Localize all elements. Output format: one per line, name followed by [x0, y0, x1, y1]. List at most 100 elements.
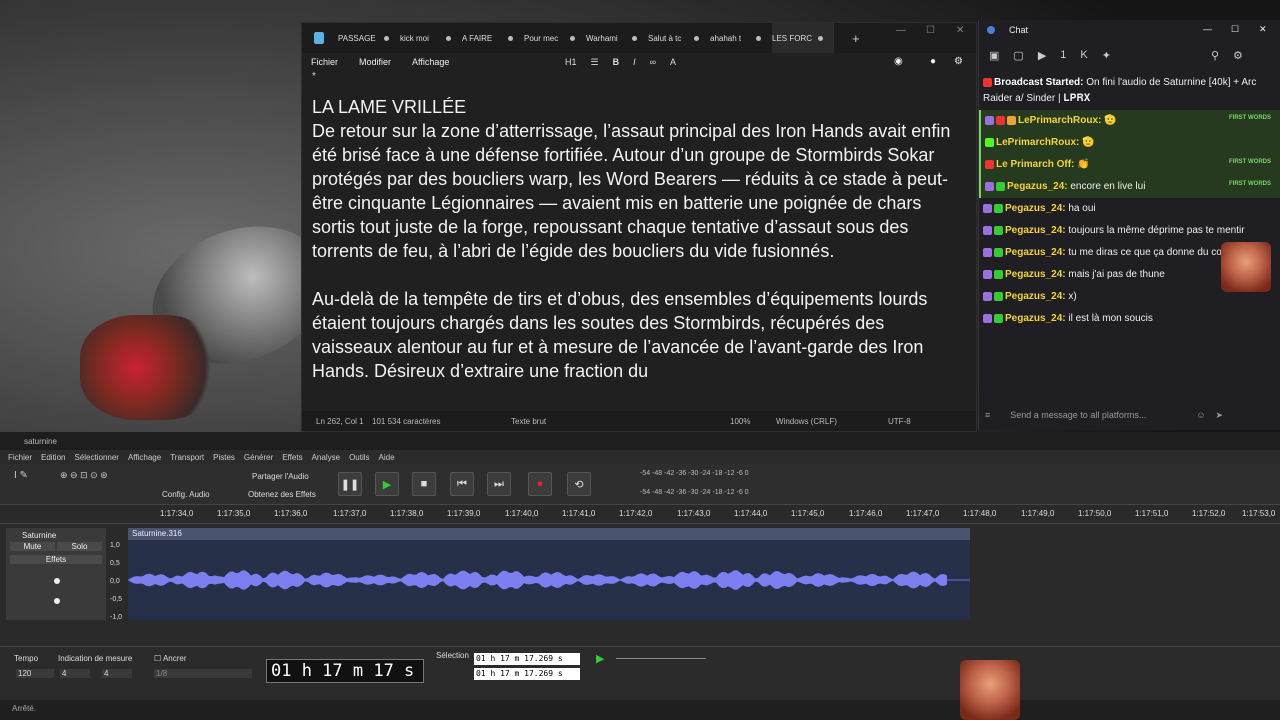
message-icon[interactable]: ▢ [1013, 49, 1023, 62]
tab[interactable]: Warhami [586, 23, 648, 53]
emote-icon[interactable]: ☺ [1196, 410, 1205, 420]
account-icon[interactable]: ● [930, 56, 936, 67]
tempo-input[interactable]: 120 [16, 669, 54, 678]
menu-modifier[interactable]: Modifier [359, 57, 391, 67]
encoding[interactable]: UTF-8 [888, 417, 911, 426]
ruler-tick: 1:17:40,0 [505, 509, 539, 518]
menu-item[interactable]: Transport [170, 453, 204, 462]
menu-item[interactable]: Analyse [312, 453, 340, 462]
settings-icon[interactable]: ⚙ [1233, 49, 1243, 62]
audio-clip[interactable]: Saturnine.316 [128, 528, 970, 620]
chat-input[interactable]: ≡ Send a message to all platforms... ☺ ➤ [985, 406, 1275, 424]
anchor-select[interactable]: 1/8 [154, 669, 252, 678]
pause-button[interactable]: ❚❚ [338, 472, 362, 496]
filter-icon[interactable]: ⚲ [1211, 49, 1219, 62]
effects-button[interactable]: Effets [10, 555, 102, 564]
notepad-icon [314, 32, 324, 44]
clear-format-icon[interactable]: A [670, 57, 676, 68]
mute-button[interactable]: Mute [10, 542, 55, 551]
video-icon[interactable]: ▶ [1038, 49, 1046, 62]
measure-denominator[interactable]: 4 [102, 669, 132, 678]
selection-tool-icon[interactable]: I ✎ [14, 470, 28, 481]
menu-item[interactable]: Générer [244, 453, 273, 462]
ruler-tick: 1:17:47,0 [906, 509, 940, 518]
tab[interactable]: PASSAGE [338, 23, 400, 53]
line-ending[interactable]: Windows (CRLF) [776, 417, 837, 426]
track-control-panel[interactable]: Saturnine Mute Solo Effets [6, 528, 106, 620]
play-button[interactable]: ▶ [375, 472, 399, 496]
selection-start[interactable]: 01 h 17 m 17.269 s [474, 653, 580, 665]
bold-icon[interactable]: B [613, 57, 620, 68]
heading-select[interactable]: H1 [565, 57, 577, 68]
tab[interactable]: kick moi [400, 23, 462, 53]
kick-icon[interactable]: K [1080, 49, 1087, 61]
close-icon[interactable]: ✕ [1259, 24, 1267, 35]
tab[interactable]: A FAIRE [462, 23, 524, 53]
amplitude-scale: 1,0 0,5 0,0 -0,5 -1,0 [110, 542, 123, 621]
audacity-titlebar: saturnine [0, 432, 1280, 450]
record-button[interactable]: ● [528, 472, 552, 496]
menu-icon[interactable]: ≡ [985, 410, 990, 420]
send-icon[interactable]: ➤ [1216, 410, 1224, 421]
ruler-tick: 1:17:49,0 [1021, 509, 1055, 518]
zoom-level[interactable]: 100% [730, 417, 750, 426]
menu-item[interactable]: Effets [282, 453, 302, 462]
ruler-tick: 1:17:41,0 [562, 509, 596, 518]
menu-item[interactable]: Fichier [8, 453, 32, 462]
minimize-icon[interactable]: — [1203, 24, 1212, 34]
share-audio-button[interactable]: Partager l'Audio [252, 472, 309, 481]
time-display[interactable]: 01 h 17 m 17 s [266, 659, 424, 683]
timeline-ruler[interactable]: 1:17:34,0 1:17:35,0 1:17:36,0 1:17:37,0 … [0, 505, 1280, 524]
menu-item[interactable]: Aide [379, 453, 395, 462]
link-icon[interactable]: ∞ [650, 57, 656, 68]
speed-slider[interactable] [616, 658, 706, 659]
zoom-tools-icon[interactable]: ⊕ ⊖ ⊡ ⊙ ⊛ [60, 470, 108, 481]
ruler-tick: 1:17:53,0 [1242, 509, 1276, 518]
new-tab-button[interactable]: + [852, 31, 860, 46]
italic-icon[interactable]: I [633, 57, 636, 68]
selection-end[interactable]: 01 h 17 m 17.269 s [474, 668, 580, 680]
copilot-icon[interactable]: ◉ [894, 56, 903, 67]
anchor-checkbox[interactable]: ☐ Ancrer [154, 654, 187, 663]
measure-numerator[interactable]: 4 [60, 669, 90, 678]
notepad-menubar: Fichier Modifier Affichage H1 ☰ B I ∞ A … [302, 53, 976, 71]
tab[interactable]: Pour mec [524, 23, 586, 53]
playback-meter[interactable]: -54 -48 -42 -36 -30 -24 -18 -12 -6 0 [640, 489, 749, 496]
gain-slider[interactable] [54, 578, 60, 584]
play-at-speed-icon[interactable]: ▶ [596, 652, 604, 665]
maximize-icon[interactable]: ☐ [926, 25, 935, 36]
document-text[interactable]: LA LAME VRILLÉE De retour sur la zone d’a… [312, 95, 962, 383]
notepad-statusbar: Ln 262, Col 1 101 534 caractères Texte b… [302, 411, 976, 431]
skip-end-button[interactable]: ⏭ [487, 472, 511, 496]
list-icon[interactable]: ☰ [591, 57, 599, 68]
config-audio-button[interactable]: Config. Audio [162, 490, 210, 499]
document-title: LA LAME VRILLÉE [312, 97, 467, 117]
chat-icon[interactable]: ▣ [989, 49, 999, 62]
ruler-tick: 1:17:48,0 [963, 509, 997, 518]
minimize-icon[interactable]: — [896, 25, 906, 36]
clip-name[interactable]: Saturnine.316 [128, 528, 970, 540]
close-icon[interactable]: ✕ [956, 25, 964, 36]
track-name[interactable]: Saturnine [6, 528, 106, 540]
menu-affichage[interactable]: Affichage [412, 57, 449, 67]
menu-item[interactable]: Pistes [213, 453, 235, 462]
loop-button[interactable]: ⟲ [567, 472, 591, 496]
sparkle-icon[interactable]: ✦ [1102, 49, 1111, 62]
tab[interactable]: ahahah t [710, 23, 772, 53]
get-effects-button[interactable]: Obtenez des Effets [248, 490, 316, 499]
record-meter[interactable]: -54 -48 -42 -36 -30 -24 -18 -12 -6 0 [640, 470, 749, 477]
menu-item[interactable]: Edition [41, 453, 65, 462]
tab-active[interactable]: LES FORC [772, 23, 834, 53]
skip-start-button[interactable]: ⏮ [450, 472, 474, 496]
maximize-icon[interactable]: ☐ [1231, 24, 1239, 35]
tempo-label: Tempo [14, 654, 39, 663]
menu-item[interactable]: Outils [349, 453, 369, 462]
stop-button[interactable]: ■ [412, 472, 436, 496]
menu-item[interactable]: Sélectionner [74, 453, 118, 462]
tab[interactable]: Salut à tc [648, 23, 710, 53]
settings-icon[interactable]: ⚙ [954, 56, 963, 67]
solo-button[interactable]: Solo [57, 542, 102, 551]
pan-slider[interactable] [54, 598, 60, 604]
menu-item[interactable]: Affichage [128, 453, 161, 462]
menu-fichier[interactable]: Fichier [311, 57, 338, 67]
